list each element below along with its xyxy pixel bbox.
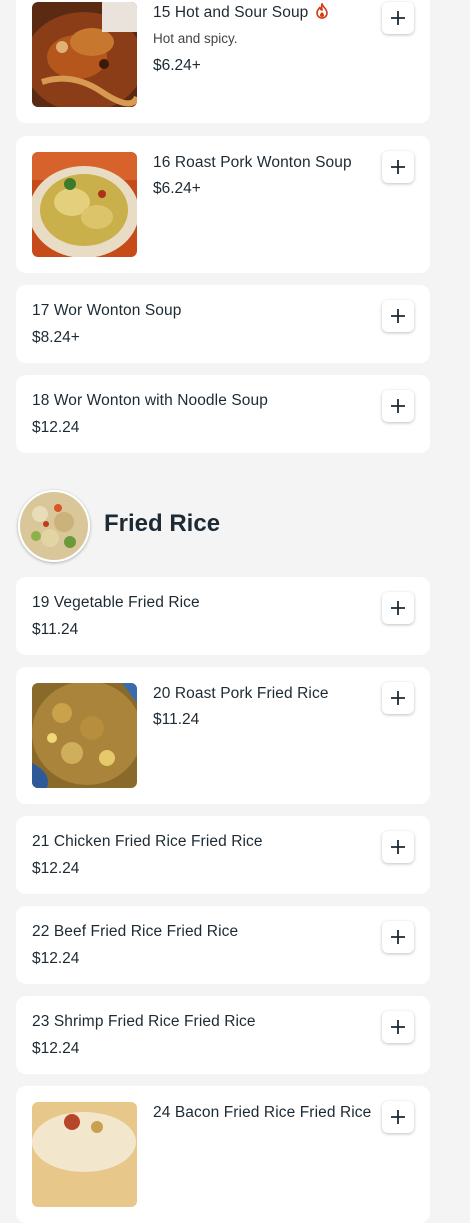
add-item-button[interactable] xyxy=(382,921,414,953)
menu-item-card[interactable]: 17 Wor Wonton Soup $8.24+ xyxy=(16,285,430,363)
menu-item-card[interactable]: 21 Chicken Fried Rice Fried Rice $12.24 xyxy=(16,816,430,894)
item-name: 15 Hot and Sour Soup xyxy=(153,4,309,21)
item-name: 22 Beef Fried Rice Fried Rice xyxy=(32,923,239,940)
item-name: 23 Shrimp Fried Rice Fried Rice xyxy=(32,1013,256,1030)
item-description: Hot and spicy. xyxy=(153,31,238,46)
item-price: $11.24 xyxy=(153,711,200,728)
menu-item-card[interactable]: 15 Hot and Sour Soup Hot and spicy. $6.2… xyxy=(16,0,430,123)
fried-rice-section-image xyxy=(18,490,90,562)
flame-icon xyxy=(315,1,329,24)
roast-pork-wonton-soup-image xyxy=(32,152,137,257)
add-item-button[interactable] xyxy=(382,1011,414,1043)
menu-item-card[interactable]: 18 Wor Wonton with Noodle Soup $12.24 xyxy=(16,375,430,453)
add-item-button[interactable] xyxy=(382,2,414,34)
add-item-button[interactable] xyxy=(382,592,414,624)
menu-item-card[interactable]: 23 Shrimp Fried Rice Fried Rice $12.24 xyxy=(16,996,430,1074)
item-name: 24 Bacon Fried Rice Fried Rice xyxy=(153,1104,372,1121)
plus-icon xyxy=(391,1110,405,1124)
menu-page: 15 Hot and Sour Soup Hot and spicy. $6.2… xyxy=(0,0,470,1223)
item-price: $8.24+ xyxy=(32,329,80,346)
item-price: $12.24 xyxy=(32,419,80,436)
plus-icon xyxy=(391,601,405,615)
add-item-button[interactable] xyxy=(382,151,414,183)
item-price: $12.24 xyxy=(32,860,80,877)
item-price: $11.24 xyxy=(32,621,79,638)
item-price: $12.24 xyxy=(32,950,80,967)
menu-item-card[interactable]: 19 Vegetable Fried Rice $11.24 xyxy=(16,577,430,655)
add-item-button[interactable] xyxy=(382,831,414,863)
plus-icon xyxy=(391,930,405,944)
item-name: 20 Roast Pork Fried Rice xyxy=(153,685,329,702)
roast-pork-fried-rice-image xyxy=(32,683,137,788)
plus-icon xyxy=(391,11,405,25)
add-item-button[interactable] xyxy=(382,390,414,422)
item-name: 16 Roast Pork Wonton Soup xyxy=(153,154,352,171)
plus-icon xyxy=(391,1020,405,1034)
menu-item-card[interactable]: 20 Roast Pork Fried Rice $11.24 xyxy=(16,667,430,804)
plus-icon xyxy=(391,309,405,323)
item-price: $6.24+ xyxy=(153,57,201,74)
item-name: 18 Wor Wonton with Noodle Soup xyxy=(32,392,268,409)
item-name: 17 Wor Wonton Soup xyxy=(32,302,182,319)
item-price: $12.24 xyxy=(32,1040,80,1057)
add-item-button[interactable] xyxy=(382,300,414,332)
item-price: $6.24+ xyxy=(153,180,201,197)
bacon-fried-rice-image xyxy=(32,1102,137,1207)
item-name: 21 Chicken Fried Rice Fried Rice xyxy=(32,833,263,850)
menu-item-card[interactable]: 22 Beef Fried Rice Fried Rice $12.24 xyxy=(16,906,430,984)
section-title: Fried Rice xyxy=(104,510,221,537)
add-item-button[interactable] xyxy=(382,1101,414,1133)
plus-icon xyxy=(391,160,405,174)
menu-item-card[interactable]: 16 Roast Pork Wonton Soup $6.24+ xyxy=(16,136,430,273)
hot-and-sour-soup-image xyxy=(32,2,137,107)
menu-item-card[interactable]: 24 Bacon Fried Rice Fried Rice xyxy=(16,1086,430,1223)
add-item-button[interactable] xyxy=(382,682,414,714)
plus-icon xyxy=(391,399,405,413)
plus-icon xyxy=(391,840,405,854)
plus-icon xyxy=(391,691,405,705)
item-name: 19 Vegetable Fried Rice xyxy=(32,594,200,611)
